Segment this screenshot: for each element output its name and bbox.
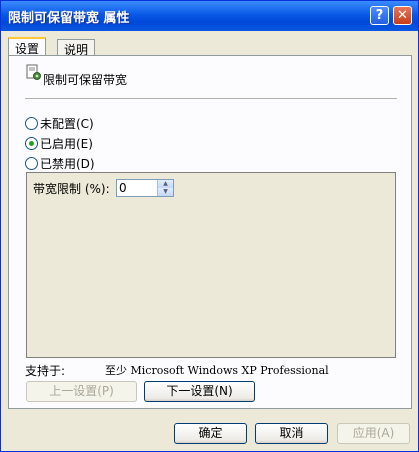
cancel-button[interactable]: 取消 — [255, 423, 328, 444]
radio-label: 已启用(E) — [40, 137, 93, 151]
radio-circle[interactable] — [25, 117, 38, 130]
options-box: 带宽限制 (%): 0 ▲ ▼ — [26, 172, 396, 358]
radio-dot — [29, 141, 34, 146]
bandwidth-limit-value[interactable]: 0 — [119, 181, 127, 195]
previous-setting-button[interactable]: 上一设置(P) — [26, 381, 137, 402]
radio-disabled[interactable]: 已禁用(D) — [25, 155, 95, 172]
spin-up-icon[interactable]: ▲ — [157, 180, 173, 188]
close-button[interactable]: ✕ — [393, 6, 412, 25]
radio-enabled[interactable]: 已启用(E) — [25, 135, 93, 152]
separator — [25, 98, 397, 99]
bandwidth-limit-label: 带宽限制 (%): — [33, 182, 110, 196]
ok-button[interactable]: 确定 — [174, 423, 247, 444]
help-button[interactable]: ? — [370, 6, 389, 25]
spinner-buttons: ▲ ▼ — [157, 180, 173, 196]
radio-label: 已禁用(D) — [40, 157, 95, 171]
tab-settings[interactable]: 设置 — [8, 37, 47, 56]
policy-name: 限制可保留带宽 — [43, 73, 128, 87]
radio-not-configured[interactable]: 未配置(C) — [25, 115, 94, 132]
supported-on-value: 至少 Microsoft Windows XP Professional — [105, 364, 329, 377]
next-setting-button[interactable]: 下一设置(N) — [144, 381, 255, 402]
radio-circle[interactable] — [25, 157, 38, 170]
bandwidth-limit-spinner[interactable]: 0 ▲ ▼ — [116, 179, 174, 197]
settings-panel: 限制可保留带宽 未配置(C) 已启用(E) 已禁用(D) 带宽限制 (%): 0… — [8, 55, 412, 409]
apply-button[interactable]: 应用(A) — [337, 423, 410, 444]
policy-setting-icon — [26, 64, 42, 82]
supported-on-label: 支持于: — [25, 364, 66, 378]
window-title: 限制可保留带宽 属性 — [8, 11, 130, 26]
radio-label: 未配置(C) — [40, 117, 94, 131]
spin-down-icon[interactable]: ▼ — [157, 188, 173, 196]
radio-circle-selected[interactable] — [25, 137, 38, 150]
properties-dialog: 限制可保留带宽 属性 ? ✕ 设置 说明 限制可保留带宽 未配置(C) 已启用(… — [0, 0, 419, 452]
title-bar[interactable]: 限制可保留带宽 属性 ? ✕ — [1, 1, 418, 31]
